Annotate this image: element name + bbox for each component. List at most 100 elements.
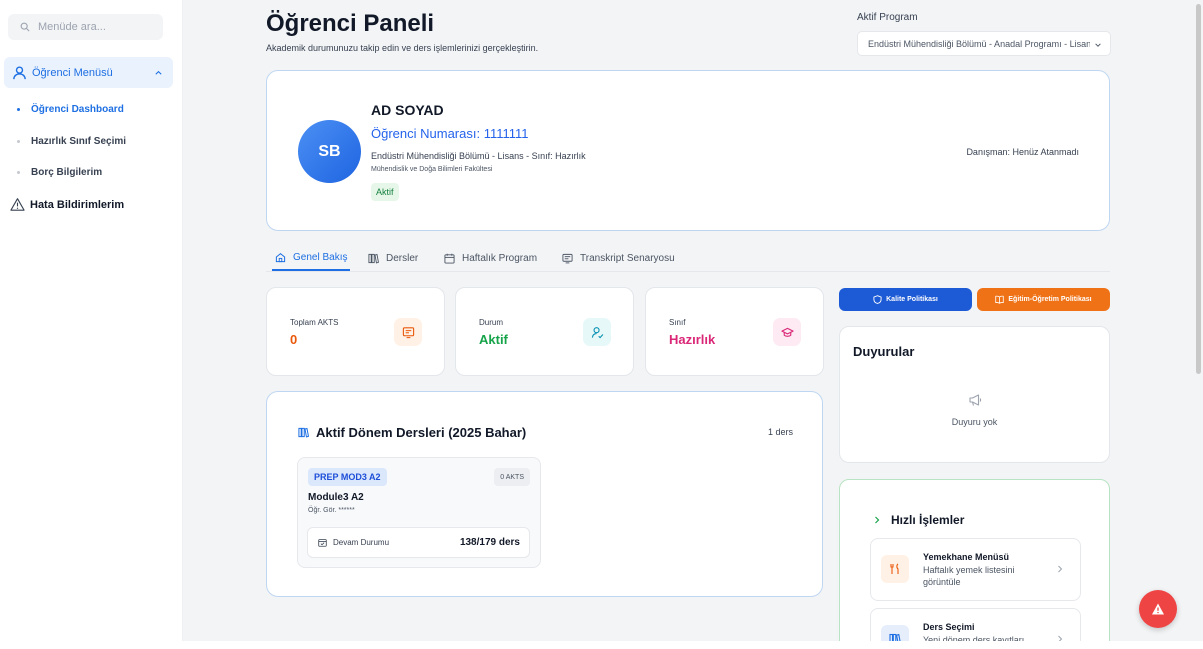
tab-transcript[interactable]: Transkript Senaryosu <box>562 245 675 271</box>
stat-icon-box <box>773 318 801 346</box>
active-program-select[interactable]: Endüstri Mühendisliği Bölümü - Anadal Pr… <box>857 31 1111 56</box>
sidebar-item-prep-class[interactable]: Hazırlık Sınıf Seçimi <box>17 136 126 147</box>
quick-actions-card: Hızlı İşlemler Yemekhane Menüsü Haftalık… <box>839 479 1110 649</box>
books-icon <box>298 427 309 438</box>
chevron-right-icon <box>875 516 880 524</box>
error-reports-label: Hata Bildirimlerim <box>30 198 125 211</box>
bullet-icon <box>17 140 20 143</box>
stat-value: Aktif <box>479 332 508 347</box>
attendance-value: 138/179 ders <box>459 537 520 548</box>
stat-label: Toplam AKTS <box>290 318 339 327</box>
tab-courses[interactable]: Dersler <box>368 245 418 271</box>
tab-weekly-schedule[interactable]: Haftalık Program <box>444 245 537 271</box>
book-open-icon <box>995 295 1005 304</box>
page-subtitle: Akademik durumunuzu takip edin ve ders i… <box>266 43 539 53</box>
sidebar-item-label: Öğrenci Dashboard <box>31 104 124 115</box>
avatar: SB <box>298 120 361 183</box>
stat-label: Durum <box>479 318 504 327</box>
course-count: 1 ders <box>767 427 793 437</box>
education-policy-button[interactable]: Eğitim-Öğretim Politikası <box>977 288 1110 311</box>
quality-policy-button[interactable]: Kalite Politikası <box>839 288 972 311</box>
quick-action-name: Yemekhane Menüsü <box>923 552 1010 562</box>
active-courses-card: Aktif Dönem Dersleri (2025 Bahar) 1 ders… <box>266 391 823 597</box>
student-faculty: Mühendislik ve Doğa Bilimleri Fakültesi <box>371 166 493 173</box>
announcements-title: Duyurular <box>853 344 915 359</box>
stat-label: Sınıf <box>669 318 686 327</box>
course-teacher: Öğr. Gör. ****** <box>308 507 355 514</box>
quick-actions-title: Hızlı İşlemler <box>873 513 964 527</box>
quality-policy-label: Kalite Politikası <box>886 296 938 303</box>
stat-card-class: Sınıf Hazırlık <box>645 287 824 376</box>
stat-value: Hazırlık <box>669 332 716 347</box>
search-icon <box>20 22 30 32</box>
sidebar-item-label: Hazırlık Sınıf Seçimi <box>31 136 127 147</box>
books-icon <box>368 253 379 263</box>
quick-action-name: Ders Seçimi <box>923 622 975 632</box>
quick-action-desc: Haftalık yemek listesini görüntüle <box>923 565 1015 587</box>
utensils-icon <box>890 563 899 574</box>
quick-action-icon-box <box>881 555 909 583</box>
quick-actions-title-text: Hızlı İşlemler <box>891 513 965 527</box>
home-icon <box>275 252 286 262</box>
stat-icon-box <box>394 318 422 346</box>
active-courses-title-text: Aktif Dönem Dersleri (2025 Bahar) <box>316 425 527 440</box>
sidebar-item-label: Borç Bilgilerim <box>31 167 103 178</box>
bullet-icon <box>17 171 20 174</box>
stat-card-status: Durum Aktif <box>455 287 634 376</box>
tab-overview[interactable]: Genel Bakış <box>272 245 351 271</box>
calendar-check-icon <box>318 539 327 547</box>
quick-action-cafeteria-menu[interactable]: Yemekhane Menüsü Haftalık yemek listesin… <box>870 538 1081 601</box>
calendar-icon <box>444 253 455 264</box>
stat-icon-box <box>583 318 611 346</box>
active-program-value: Endüstri Mühendisliği Bölümü - Anadal Pr… <box>868 38 1090 49</box>
attendance-box: Devam Durumu 138/179 ders <box>307 527 530 558</box>
viewport-bottom-edge <box>0 641 1203 649</box>
megaphone-icon <box>969 394 982 406</box>
tab-label: Dersler <box>386 252 419 264</box>
sidebar-item-error-reports[interactable]: Hata Bildirimlerim <box>10 197 124 212</box>
course-akts-badge: 0 AKTS <box>494 468 530 486</box>
chevron-down-icon <box>1095 43 1101 47</box>
sidebar: Menüde ara... Öğrenci Menüsü Öğrenci Das… <box>0 0 183 649</box>
page-title: Öğrenci Paneli <box>266 10 435 37</box>
menu-search-input[interactable]: Menüde ara... <box>8 14 163 40</box>
student-menu-label: Öğrenci Menüsü <box>32 66 113 79</box>
active-courses-title: Aktif Dönem Dersleri (2025 Bahar) <box>298 425 526 440</box>
student-menu-group[interactable]: Öğrenci Menüsü <box>4 57 173 88</box>
attendance-label: Devam Durumu <box>318 538 389 547</box>
scrollbar-thumb[interactable] <box>1196 4 1201 374</box>
active-program-label: Aktif Program <box>857 12 918 23</box>
stat-card-total-akts: Toplam AKTS 0 <box>266 287 445 376</box>
announcements-card: Duyurular Duyuru yok <box>839 326 1110 463</box>
tab-label: Genel Bakış <box>293 251 348 263</box>
tab-label: Transkript Senaryosu <box>580 252 675 264</box>
profile-card: SB AD SOYAD Öğrenci Numarası: 1111111 En… <box>266 70 1110 231</box>
student-number: Öğrenci Numarası: 1111111 <box>371 126 529 141</box>
shield-icon <box>873 295 882 304</box>
transcript-icon <box>562 253 573 263</box>
bullet-icon <box>17 108 20 111</box>
stat-value: 0 <box>290 332 298 347</box>
warning-icon <box>1152 603 1164 615</box>
course-card[interactable]: PREP MOD3 A2 0 AKTS Module3 A2 Öğr. Gör.… <box>297 457 541 568</box>
status-badge: Aktif <box>371 183 399 201</box>
report-error-fab[interactable] <box>1139 590 1177 628</box>
course-name: Module3 A2 <box>308 492 364 503</box>
chevron-up-icon <box>155 70 162 75</box>
user-check-icon <box>591 326 603 338</box>
education-policy-label: Eğitim-Öğretim Politikası <box>1008 296 1092 303</box>
user-icon <box>13 66 26 80</box>
student-name: AD SOYAD <box>371 102 444 118</box>
tab-label: Haftalık Program <box>462 252 538 264</box>
advisor-info: Danışman: Henüz Atanmadı <box>966 147 1079 157</box>
tab-bar: Genel Bakış Dersler Haftalık Program Tra… <box>266 245 1110 272</box>
sidebar-item-debt[interactable]: Borç Bilgilerim <box>17 167 102 178</box>
warning-icon <box>10 198 25 211</box>
course-code-badge: PREP MOD3 A2 <box>308 468 387 486</box>
chevron-right-icon <box>1058 565 1063 573</box>
sidebar-item-dashboard[interactable]: Öğrenci Dashboard <box>17 104 124 115</box>
student-department: Endüstri Mühendisliği Bölümü - Lisans - … <box>371 151 586 161</box>
search-placeholder: Menüde ara... <box>38 21 106 33</box>
attendance-label-text: Devam Durumu <box>333 538 390 547</box>
certificate-icon <box>402 326 414 338</box>
